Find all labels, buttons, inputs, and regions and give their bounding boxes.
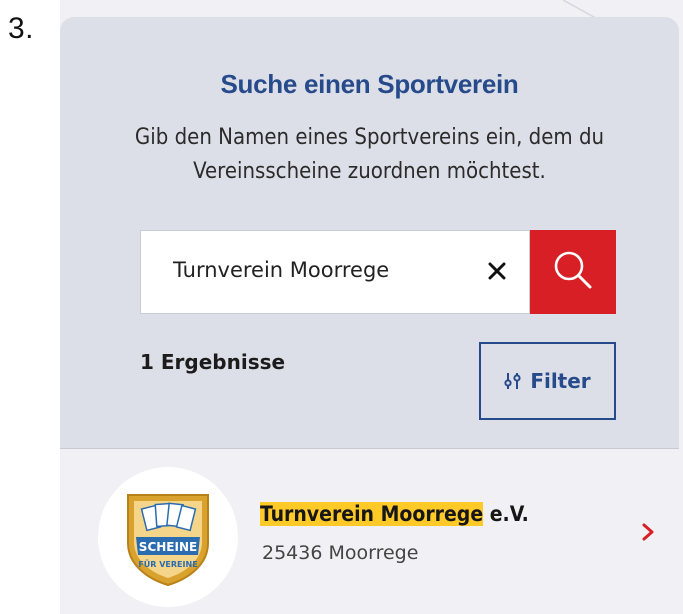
- club-address: 25436 Moorrege: [262, 542, 419, 564]
- club-name-suffix: e.V.: [483, 502, 529, 526]
- result-count: 1 Ergebnisse: [140, 350, 286, 374]
- filter-label: Filter: [530, 369, 591, 393]
- card-description: Gib den Namen eines Sportvereins ein, de…: [134, 125, 605, 184]
- shield-logo-icon: SCHEINE FÜR VEREINE: [127, 494, 209, 587]
- logo-subtext: FÜR VEREINE: [138, 559, 197, 569]
- search-card: Suche einen Sportverein Gib den Namen ei…: [60, 17, 679, 449]
- list-item[interactable]: SCHEINE FÜR VEREINE Turnverein Moorrege …: [60, 450, 679, 614]
- club-logo: SCHEINE FÜR VEREINE: [98, 467, 238, 607]
- step-number: 3.: [8, 12, 35, 45]
- card-title: Suche einen Sportverein: [220, 69, 519, 99]
- search-icon: [550, 247, 596, 298]
- logo-text: SCHEINE: [139, 540, 197, 554]
- club-search-panel: Suche einen Sportverein Gib den Namen ei…: [60, 0, 683, 614]
- search-input-value[interactable]: Turnverein Moorrege: [173, 258, 389, 282]
- search-input[interactable]: Turnverein Moorrege: [140, 230, 530, 314]
- close-icon[interactable]: [484, 256, 510, 286]
- club-name[interactable]: Turnverein Moorrege e.V.: [260, 502, 529, 526]
- chevron-right-icon[interactable]: [638, 520, 658, 544]
- filter-button[interactable]: Filter: [479, 342, 616, 420]
- search-button[interactable]: [530, 230, 616, 314]
- sliders-icon: [504, 371, 522, 391]
- club-name-highlight: Turnverein Moorrege: [260, 502, 484, 526]
